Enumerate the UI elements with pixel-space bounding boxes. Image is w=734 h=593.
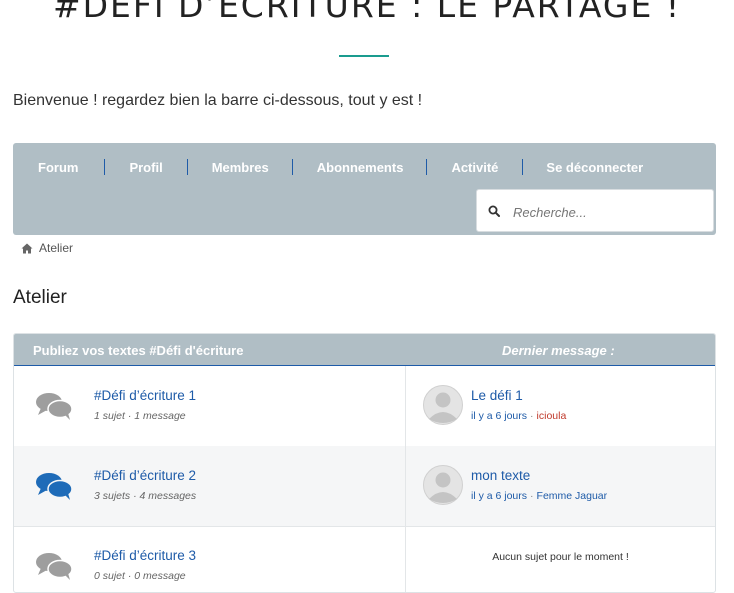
- forum-stats: 3 sujets · 4 messages: [94, 490, 197, 502]
- search-icon[interactable]: [488, 205, 500, 217]
- forum-row: #Défi d’écriture 2 3 sujets · 4 messages…: [14, 446, 715, 527]
- chat-bubbles-icon: [36, 393, 73, 420]
- last-post-time[interactable]: il y a 6 jours: [471, 410, 527, 422]
- no-topic-message: Aucun sujet pour le moment !: [492, 551, 629, 563]
- title-divider: [339, 55, 389, 57]
- nav-item-se-deconnecter[interactable]: Se déconnecter: [546, 160, 643, 175]
- nav-separator: [186, 159, 188, 175]
- last-topic-link[interactable]: Le défi 1: [471, 388, 523, 403]
- breadcrumb-atelier[interactable]: Atelier: [39, 241, 73, 255]
- welcome-text: Bienvenue ! regardez bien la barre ci-de…: [13, 92, 423, 109]
- chat-bubbles-icon: [36, 473, 73, 500]
- last-topic-link[interactable]: mon texte: [471, 468, 530, 483]
- chat-bubbles-icon: [36, 553, 73, 580]
- avatar[interactable]: [423, 385, 463, 425]
- last-post-author[interactable]: Femme Jaguar: [537, 490, 608, 502]
- nav-menu: Forum Profil Membres Abonnements Activit…: [13, 143, 643, 191]
- forum-title-link[interactable]: #Défi d’écriture 1: [94, 388, 196, 403]
- forum-table-header: Publiez vos textes #Défi d'écriture Dern…: [14, 334, 715, 366]
- main-navbar: Forum Profil Membres Abonnements Activit…: [13, 143, 716, 235]
- last-message-column-header: Dernier message :: [502, 343, 615, 358]
- nav-separator: [291, 159, 293, 175]
- section-title: Atelier: [13, 287, 67, 308]
- column-divider: [405, 446, 406, 526]
- nav-item-membres[interactable]: Membres: [212, 160, 269, 175]
- nav-separator: [104, 159, 106, 175]
- last-post-meta: il y a 6 jours · Femme Jaguar: [471, 490, 608, 502]
- forum-title-link[interactable]: #Défi d’écriture 2: [94, 468, 196, 483]
- forum-stats: 0 sujet · 0 message: [94, 570, 186, 582]
- last-post-meta: il y a 6 jours · icioula: [471, 410, 567, 422]
- search-box[interactable]: [476, 189, 714, 232]
- last-post-author[interactable]: icioula: [537, 410, 567, 422]
- home-icon[interactable]: [21, 243, 33, 254]
- nav-separator: [522, 159, 524, 175]
- search-input[interactable]: [511, 199, 710, 225]
- nav-item-abonnements[interactable]: Abonnements: [317, 160, 404, 175]
- forum-stats: 1 sujet · 1 message: [94, 410, 186, 422]
- nav-item-profil[interactable]: Profil: [129, 160, 162, 175]
- last-post-time[interactable]: il y a 6 jours: [471, 490, 527, 502]
- breadcrumb: Atelier: [21, 241, 73, 255]
- nav-separator: [426, 159, 428, 175]
- nav-item-forum[interactable]: Forum: [38, 160, 78, 175]
- forum-title-link[interactable]: #Défi d’écriture 3: [94, 548, 196, 563]
- page-title: #DÉFI D’ÉCRITURE : LE PARTAGE !: [52, 0, 682, 25]
- forum-table: Publiez vos textes #Défi d'écriture Dern…: [13, 333, 716, 593]
- forum-category-title: Publiez vos textes #Défi d'écriture: [33, 343, 244, 358]
- avatar[interactable]: [423, 465, 463, 505]
- forum-row: #Défi d’écriture 3 0 sujet · 0 message A…: [14, 526, 715, 592]
- nav-item-activite[interactable]: Activité: [451, 160, 498, 175]
- forum-row: #Défi d’écriture 1 1 sujet · 1 message L…: [14, 366, 715, 447]
- column-divider: [405, 366, 406, 446]
